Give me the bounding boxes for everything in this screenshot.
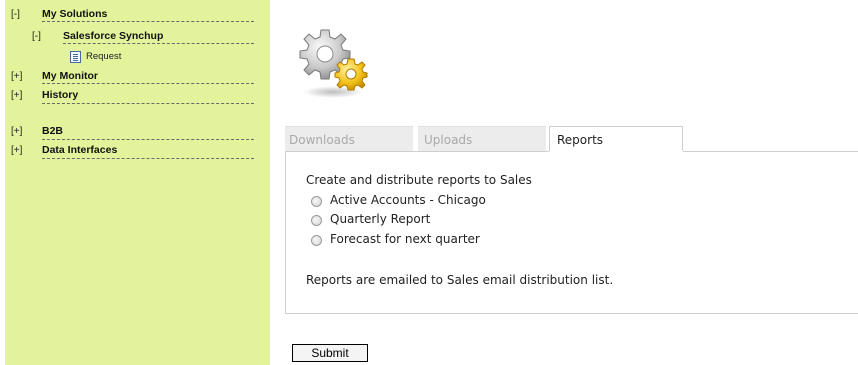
- expand-toggle-data-interfaces[interactable]: [+]: [11, 145, 22, 157]
- radio-forecast-next-quarter[interactable]: [311, 235, 322, 246]
- sidebar-navigation: [-] My Solutions [-] Salesforce Synchup …: [5, 0, 270, 365]
- tab-downloads[interactable]: Downloads: [285, 126, 413, 152]
- tree-item-salesforce-synchup[interactable]: Salesforce Synchup: [63, 30, 163, 42]
- tree-divider: [42, 158, 254, 159]
- radio-label-quarterly-report[interactable]: Quarterly Report: [330, 212, 430, 226]
- gears-icon: [295, 22, 375, 102]
- tree-item-history[interactable]: History: [42, 89, 78, 101]
- document-icon: [70, 51, 81, 63]
- tree-item-my-monitor[interactable]: My Monitor: [42, 70, 98, 82]
- tab-reports[interactable]: Reports: [549, 126, 683, 153]
- radio-active-accounts-chicago[interactable]: [311, 196, 322, 207]
- tree-divider: [42, 83, 254, 84]
- tree-item-data-interfaces[interactable]: Data Interfaces: [42, 144, 117, 156]
- reports-intro-text: Create and distribute reports to Sales: [306, 173, 532, 187]
- tree-divider: [42, 21, 254, 22]
- expand-toggle-my-monitor[interactable]: [+]: [11, 71, 22, 83]
- collapse-toggle-salesforce-synchup[interactable]: [-]: [32, 31, 41, 43]
- expand-toggle-b2b[interactable]: [+]: [11, 126, 22, 138]
- radio-label-active-accounts-chicago[interactable]: Active Accounts - Chicago: [330, 193, 486, 207]
- radio-quarterly-report[interactable]: [311, 215, 322, 226]
- tree-divider: [42, 103, 254, 104]
- collapse-toggle-my-solutions[interactable]: [-]: [11, 9, 20, 21]
- expand-toggle-history[interactable]: [+]: [11, 90, 22, 102]
- tree-divider: [63, 43, 254, 44]
- tree-item-request[interactable]: Request: [86, 51, 121, 63]
- radio-label-forecast-next-quarter[interactable]: Forecast for next quarter: [330, 232, 480, 246]
- submit-button[interactable]: Submit: [292, 344, 368, 362]
- tree-item-b2b[interactable]: B2B: [42, 125, 63, 137]
- tree-divider: [42, 139, 254, 140]
- reports-note-text: Reports are emailed to Sales email distr…: [306, 273, 614, 287]
- tree-item-my-solutions[interactable]: My Solutions: [42, 8, 107, 20]
- tab-uploads[interactable]: Uploads: [418, 126, 546, 152]
